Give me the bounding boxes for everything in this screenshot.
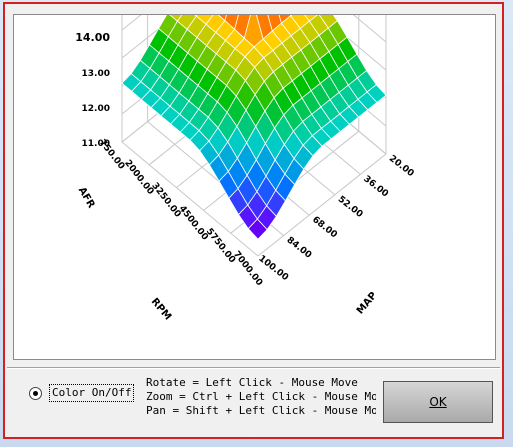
rpm-axis-label: RPM (149, 296, 174, 322)
plot-area[interactable]: 15.0014.0013.0012.0011.00750.002000.0032… (13, 14, 496, 360)
help-text: Rotate = Left Click - Mouse Move Zoom = C… (146, 376, 376, 418)
surface-plot-dialog: 15.0014.0013.0012.0011.00750.002000.0032… (3, 2, 504, 439)
window: 15.0014.0013.0012.0011.00750.002000.0032… (0, 0, 513, 447)
rpm-tick: 750.00 (97, 138, 126, 172)
map-tick: 52.00 (336, 195, 365, 220)
help-line-zoom: Zoom = Ctrl + Left Click - Mouse Move (146, 390, 376, 403)
map-tick: 68.00 (310, 215, 339, 240)
color-toggle-radio[interactable] (29, 387, 42, 400)
map-tick: 84.00 (285, 235, 314, 260)
help-line-pan: Pan = Shift + Left Click - Mouse Move (146, 404, 376, 417)
ok-button[interactable]: OK (383, 381, 493, 423)
afr-tick: 14.00 (75, 31, 110, 44)
radio-selected-dot (33, 391, 38, 396)
color-toggle-label[interactable]: Color On/Off (49, 384, 135, 402)
help-line-rotate: Rotate = Left Click - Mouse Move (146, 376, 358, 389)
map-axis-label: MAP (355, 290, 380, 316)
map-tick: 36.00 (361, 174, 390, 199)
separator (7, 367, 500, 369)
ok-button-label: OK (429, 395, 447, 409)
afr-tick: 12.00 (82, 104, 110, 114)
map-tick: 20.00 (387, 154, 416, 179)
afr-tick: 13.00 (82, 69, 110, 79)
afr-axis-label: AFR (76, 185, 97, 210)
surface-chart[interactable]: 15.0014.0013.0012.0011.00750.002000.0032… (14, 15, 495, 359)
